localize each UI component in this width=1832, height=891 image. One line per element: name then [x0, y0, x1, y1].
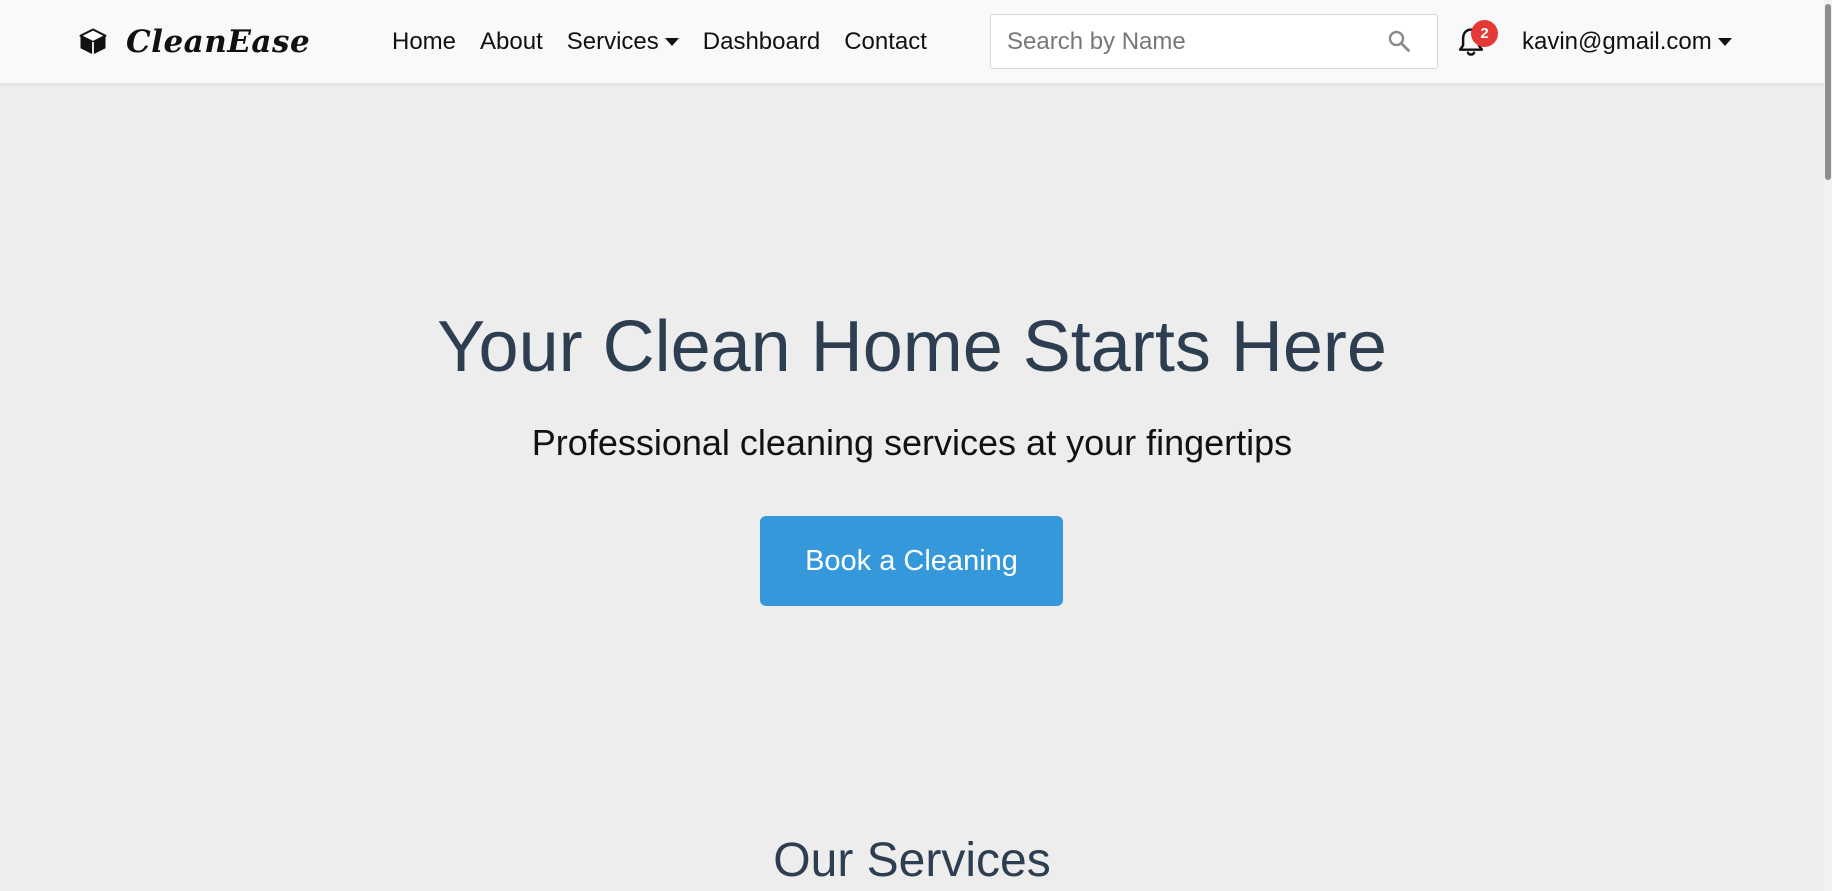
hero-title: Your Clean Home Starts Here [437, 307, 1387, 387]
hero-subtitle: Professional cleaning services at your f… [531, 422, 1293, 463]
page: CleanEase Home About Services Dashboard … [0, 0, 1832, 891]
nav-links: Home About Services Dashboard Contact [380, 22, 939, 62]
caret-down-icon [1717, 38, 1732, 46]
brand-link[interactable]: CleanEase [78, 20, 310, 64]
nav-services-dropdown[interactable]: Services [555, 28, 691, 56]
cube-icon [79, 28, 107, 55]
nav-contact-label: Contact [844, 28, 927, 55]
nav-dashboard[interactable]: Dashboard [691, 28, 832, 56]
scroll-thumb[interactable] [1825, 4, 1831, 180]
nav-home-label: Home [392, 28, 457, 55]
nav-dashboard-label: Dashboard [702, 28, 821, 55]
nav-services-label: Services [566, 28, 659, 55]
search-icon[interactable] [1387, 29, 1411, 53]
nav-contact[interactable]: Contact [832, 28, 939, 56]
navbar: CleanEase Home About Services Dashboard … [0, 0, 1824, 84]
user-dropdown[interactable]: kavin@gmail.com [1522, 22, 1732, 62]
nav-about[interactable]: About [468, 28, 555, 56]
brand-name: CleanEase [126, 24, 311, 60]
search-box [990, 14, 1438, 69]
search-input[interactable] [991, 15, 1381, 68]
book-cleaning-button[interactable]: Book a Cleaning [760, 516, 1063, 606]
notification-badge: 2 [1471, 20, 1498, 47]
nav-home[interactable]: Home [380, 28, 468, 56]
scrollbar[interactable] [1824, 0, 1832, 891]
services-section-title: Our Services [773, 834, 1051, 887]
nav-about-label: About [480, 28, 543, 55]
caret-down-icon [664, 38, 679, 46]
user-email: kavin@gmail.com [1522, 28, 1712, 55]
